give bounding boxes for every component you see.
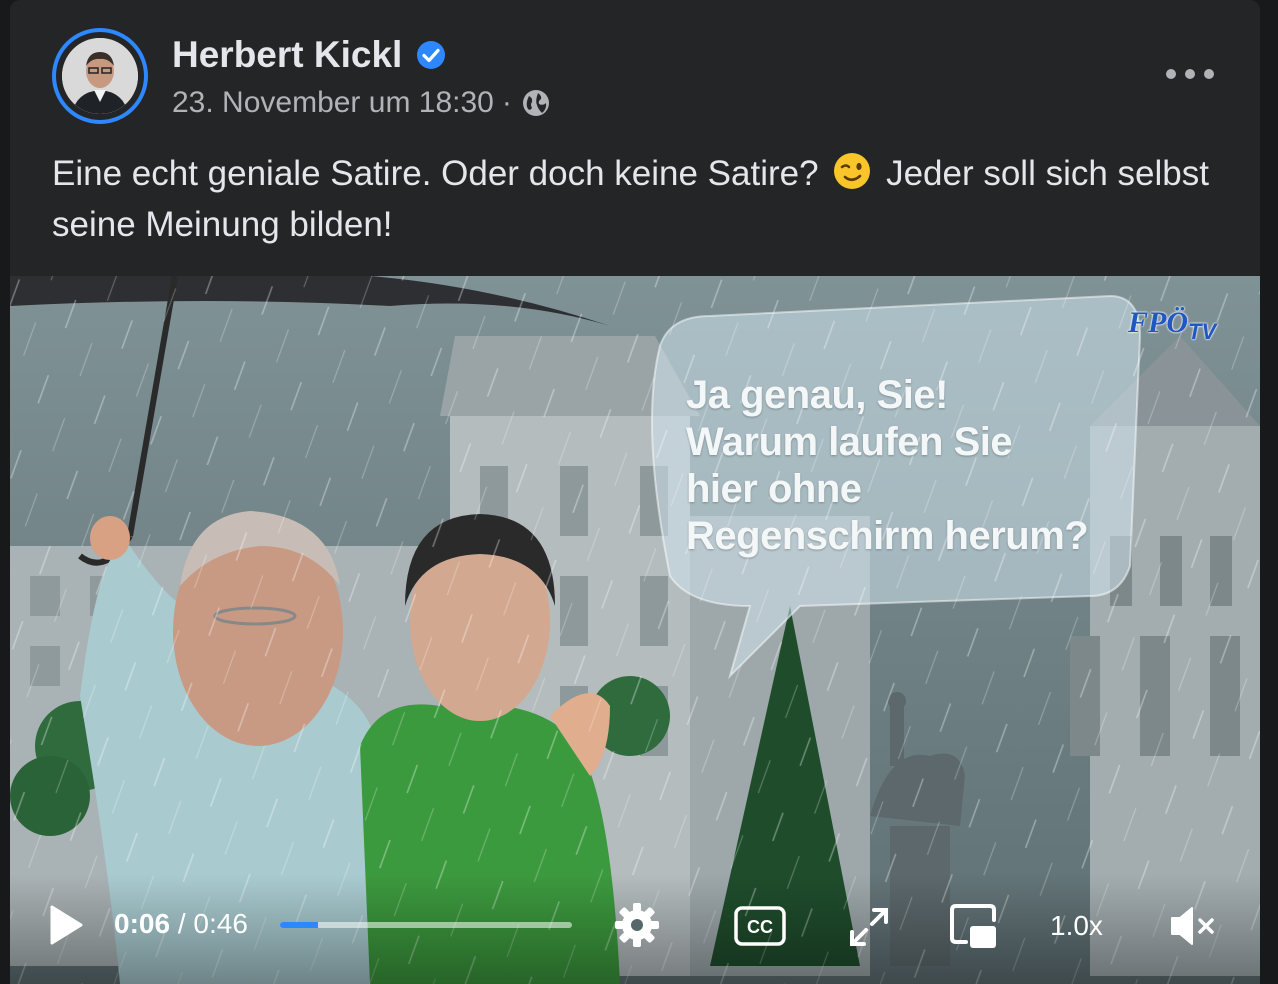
video-player[interactable]: Ja genau, Sie! Warum laufen Sie hier ohn… [10,276,1260,984]
avatar-photo [62,38,138,114]
current-time: 0:06 [114,908,171,939]
logo-sub: TV [1188,319,1217,344]
post-meta: 23. November um 18:30 · [172,86,552,120]
author-name[interactable]: Herbert Kickl [172,34,402,76]
post-text-part1: Eine echt geniale Satire. Oder doch kein… [52,154,819,193]
dot [1204,69,1214,79]
fullscreen-icon[interactable] [848,906,890,948]
more-options-icon[interactable] [1166,60,1214,88]
muted-speaker-icon[interactable] [1168,904,1218,948]
verified-badge-icon [417,41,446,69]
speech-line-3: hier ohne [686,467,862,511]
meta-separator: · [501,86,512,119]
speech-line-4: Regenschirm herum? [686,514,1089,558]
winking-face-emoji [834,153,871,189]
progress-fill [280,922,318,928]
play-icon[interactable] [48,904,84,946]
post-text: Eine echt geniale Satire. Oder doch kein… [52,148,1222,250]
author-avatar[interactable] [52,28,148,124]
dot [1166,69,1176,79]
speech-line-1: Ja genau, Sie! [686,373,948,417]
progress-bar[interactable] [280,922,572,928]
cc-icon[interactable]: CC [734,906,786,946]
speech-bubble-text: Ja genau, Sie! Warum laufen Sie hier ohn… [686,372,1126,560]
time-separator: / [170,908,194,939]
playback-speed[interactable]: 1.0x [1050,910,1103,942]
author-name-row: Herbert Kickl [172,34,446,76]
post-card: Herbert Kickl 23. November um 18:30 · Ei… [10,0,1260,984]
gear-icon[interactable] [613,901,661,949]
post-timestamp[interactable]: 23. November um 18:30 [172,86,494,120]
duration: 0:46 [193,908,248,939]
logo-main: FPÖ [1128,306,1188,339]
video-time: 0:06 / 0:46 [114,908,248,940]
svg-text:CC: CC [747,917,773,937]
picture-in-picture-icon[interactable] [948,902,998,950]
speech-line-2: Warum laufen Sie [686,420,1013,464]
dot [1185,69,1195,79]
fpo-tv-logo: FPÖTV [1128,306,1216,345]
globe-icon [522,90,549,116]
